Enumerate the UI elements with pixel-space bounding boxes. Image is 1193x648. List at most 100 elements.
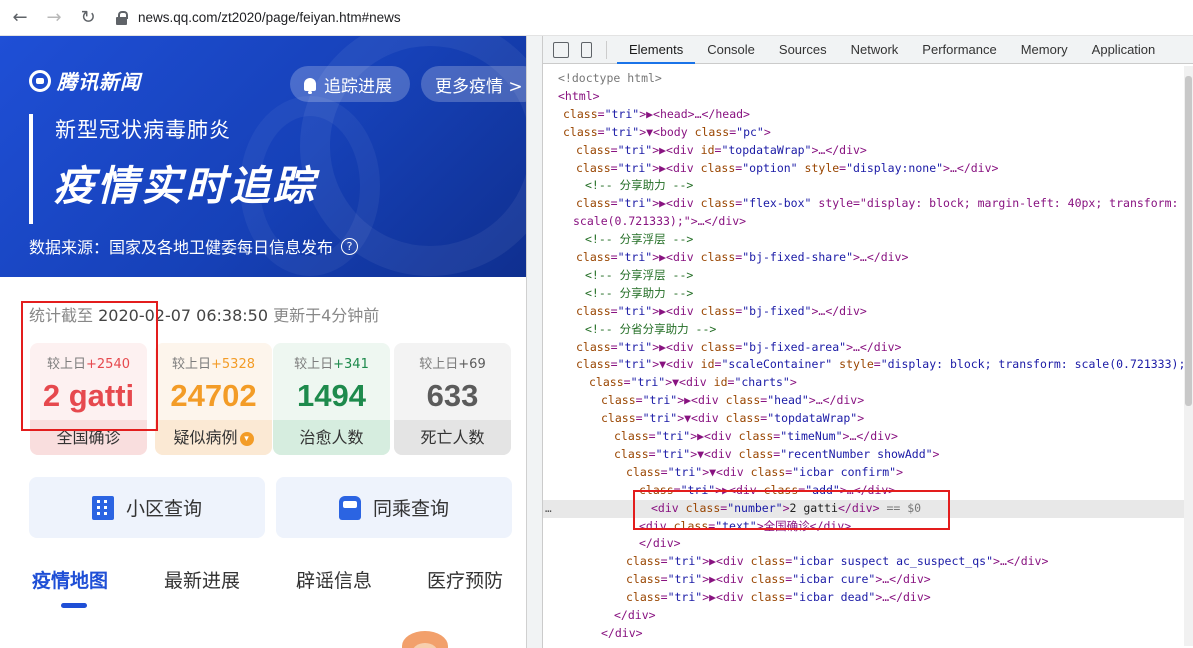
dom-node[interactable]: class="tri">▼<div id="charts"> xyxy=(543,374,1193,392)
dead-delta-label: 较上日 xyxy=(419,357,459,372)
back-button[interactable]: ← xyxy=(6,4,34,32)
community-query-label: 小区查询 xyxy=(125,498,202,520)
dom-node[interactable]: class="tri">▶<div class="timeNum">…</div… xyxy=(543,428,1193,446)
tab-application[interactable]: Application xyxy=(1080,36,1168,64)
tab-latest-progress[interactable]: 最新进展 xyxy=(164,566,240,593)
page-subtitle: 新型冠状病毒肺炎 xyxy=(55,118,231,142)
same-trip-query-label: 同乘查询 xyxy=(372,498,449,520)
bell-icon xyxy=(304,77,316,94)
track-progress-label: 追踪进展 xyxy=(324,76,392,97)
suspected-delta-label: 较上日 xyxy=(172,357,212,372)
inspect-element-icon[interactable] xyxy=(553,41,569,58)
dom-node[interactable]: </div> xyxy=(543,625,1193,643)
dom-node[interactable]: class="tri">▶<div class="icbar cure">…</… xyxy=(543,571,1193,589)
data-source: 数据来源：国家及各地卫健委每日信息发布 ? xyxy=(29,234,359,258)
dom-node[interactable]: class="tri">▶<head>…</head> xyxy=(543,106,1193,124)
devtools-panel: Elements Console Sources Network Perform… xyxy=(542,36,1193,648)
building-icon xyxy=(91,495,114,520)
header-banner: 腾讯新闻 追踪进展 更多疫情 > 新型冠状病毒肺炎 疫情实时追踪 数据来源：国家… xyxy=(0,36,526,277)
dom-comment[interactable]: <!-- 分享助力 --> xyxy=(543,177,1193,195)
dead-card[interactable]: 较上日+69 633 死亡人数 xyxy=(394,343,511,455)
mascot-image xyxy=(402,631,448,648)
dom-node[interactable]: class="tri">▶<div class="option" style="… xyxy=(543,160,1193,178)
dom-node[interactable]: class="tri">▶<div class="bj-fixed-area">… xyxy=(543,339,1193,357)
dom-comment[interactable]: <!-- 分享浮层 --> xyxy=(543,231,1193,249)
devtools-tabbar: Elements Console Sources Network Perform… xyxy=(543,36,1193,64)
devtools-splitter[interactable] xyxy=(526,36,542,648)
tab-network[interactable]: Network xyxy=(839,36,911,64)
dom-node[interactable]: class="tri">▶<div class="bj-fixed">…</di… xyxy=(543,303,1193,321)
dom-comment[interactable]: <!-- 分享助力 --> xyxy=(543,285,1193,303)
stat-updated: 更新于4分钟前 xyxy=(268,306,380,325)
logo-text: 腾讯新闻 xyxy=(57,70,141,94)
dead-number: 633 xyxy=(426,378,479,413)
dom-node[interactable]: </div> xyxy=(543,535,1193,553)
content-tabs: 疫情地图 最新进展 辟谣信息 医疗预防 xyxy=(0,566,526,606)
tab-elements[interactable]: Elements xyxy=(617,36,696,64)
help-icon[interactable]: ? xyxy=(341,237,359,255)
dom-node[interactable]: class="tri">▼<div class="recentNumber sh… xyxy=(543,446,1193,464)
device-toolbar-icon[interactable] xyxy=(581,41,592,58)
dom-node[interactable]: scale(0.721333);">…</div> xyxy=(543,213,1193,231)
address-bar[interactable]: news.qq.com/zt2020/page/feiyan.htm#news xyxy=(138,10,401,25)
dom-comment[interactable]: <!-- 分享浮层 --> xyxy=(543,267,1193,285)
devtools-scrollbar[interactable] xyxy=(1184,66,1193,646)
dom-node[interactable]: class="tri">▶<div class="flex-box" style… xyxy=(543,195,1193,213)
cured-label: 治愈人数 xyxy=(273,420,390,455)
cured-delta-label: 较上日 xyxy=(294,357,334,372)
dom-node[interactable]: class="tri">▼<div class="icbar confirm"> xyxy=(543,464,1193,482)
suspected-number: 24702 xyxy=(170,378,257,413)
dom-node[interactable]: class="tri">▼<div id="scaleContainer" st… xyxy=(543,356,1193,374)
dom-node[interactable]: class="tri">▼<body class="pc"> xyxy=(543,124,1193,142)
data-source-text: 数据来源：国家及各地卫健委每日信息发布 xyxy=(29,238,334,257)
highlight-box-number xyxy=(633,490,950,530)
page-title: 疫情实时追踪 xyxy=(53,162,317,210)
more-epidemic-button[interactable]: 更多疫情 > xyxy=(421,66,526,102)
dom-comment[interactable]: <!-- 分省分享助力 --> xyxy=(543,321,1193,339)
tab-console[interactable]: Console xyxy=(695,36,767,64)
dom-node[interactable]: <!doctype html> xyxy=(543,70,1193,88)
tencent-logo-icon xyxy=(29,69,51,92)
tencent-news-logo[interactable]: 腾讯新闻 xyxy=(29,66,141,95)
train-icon xyxy=(338,495,361,520)
suspected-delta-value: +5328 xyxy=(211,357,255,372)
cured-card[interactable]: 较上日+341 1494 治愈人数 xyxy=(273,343,390,455)
suspected-label: 疑似病例 xyxy=(173,428,238,447)
cured-number: 1494 xyxy=(297,378,366,413)
tab-performance[interactable]: Performance xyxy=(910,36,1008,64)
tab-rumor-debunk[interactable]: 辟谣信息 xyxy=(296,566,372,593)
dom-node[interactable]: </div> xyxy=(543,607,1193,625)
dom-node[interactable]: class="tri">▶<div class="head">…</div> xyxy=(543,392,1193,410)
tab-medical-prevention[interactable]: 医疗预防 xyxy=(427,566,503,593)
dom-node[interactable]: <html> xyxy=(543,88,1193,106)
dom-node[interactable]: class="tri">▶<div id="topdataWrap">…</di… xyxy=(543,142,1193,160)
browser-toolbar: ← → ↻ news.qq.com/zt2020/page/feiyan.htm… xyxy=(0,0,1193,36)
dead-label: 死亡人数 xyxy=(394,420,511,455)
suspected-card[interactable]: 较上日+5328 24702 疑似病例 ▾ xyxy=(155,343,272,455)
forward-button[interactable]: → xyxy=(40,4,68,32)
suspected-label-row: 疑似病例 ▾ xyxy=(155,420,272,455)
same-trip-query-button[interactable]: 同乘查询 xyxy=(276,477,512,538)
dom-tree: <!doctype html> <html> class="tri">▶<head>… xyxy=(543,65,1193,648)
dom-node[interactable]: class="tri">▶<div class="bj-fixed-share"… xyxy=(543,249,1193,267)
tab-memory[interactable]: Memory xyxy=(1009,36,1080,64)
track-progress-button[interactable]: 追踪进展 xyxy=(290,66,410,102)
tab-separator xyxy=(606,40,607,59)
node-actions-icon[interactable]: … xyxy=(545,500,552,518)
highlight-box-confirmed xyxy=(21,301,158,431)
reload-button[interactable]: ↻ xyxy=(74,4,102,32)
title-accent-bar xyxy=(29,114,33,224)
cured-delta-value: +341 xyxy=(333,357,369,372)
tab-epidemic-map[interactable]: 疫情地图 xyxy=(32,566,108,593)
dead-delta: 较上日+69 xyxy=(394,353,511,372)
dom-node[interactable]: class="tri">▶<div class="icbar dead">…</… xyxy=(543,589,1193,607)
dom-node[interactable]: class="tri">▼<div class="topdataWrap"> xyxy=(543,410,1193,428)
tab-sources[interactable]: Sources xyxy=(767,36,839,64)
community-query-button[interactable]: 小区查询 xyxy=(29,477,265,538)
dom-node[interactable]: class="tri">▶<div class="icbar suspect a… xyxy=(543,553,1193,571)
dead-delta-value: +69 xyxy=(458,357,486,372)
active-tab-indicator xyxy=(61,603,87,608)
cured-delta: 较上日+341 xyxy=(273,353,390,372)
suspected-delta: 较上日+5328 xyxy=(155,353,272,372)
info-icon[interactable]: ▾ xyxy=(239,431,254,446)
